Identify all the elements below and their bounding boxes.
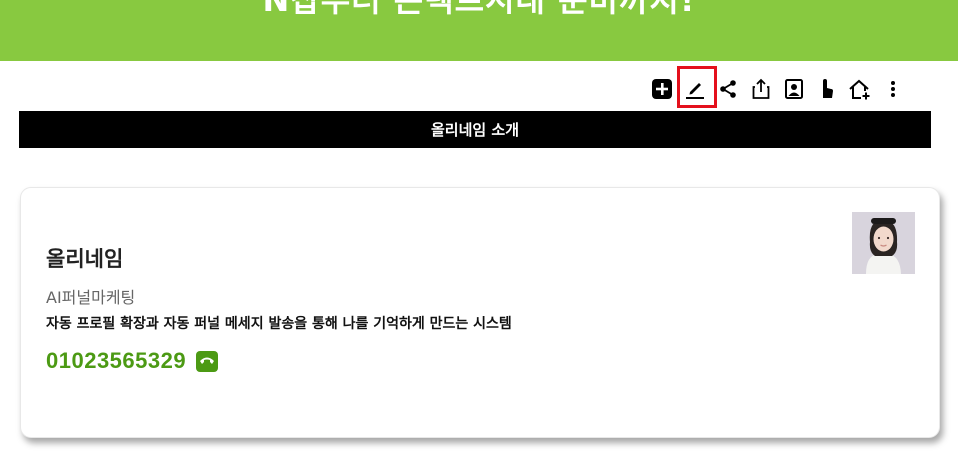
export-icon bbox=[752, 78, 769, 99]
touch-button[interactable] bbox=[810, 74, 843, 104]
phone-number[interactable]: 01023565329 bbox=[46, 348, 186, 374]
profile-description: 자동 프로필 확장과 자동 퍼널 메세지 발송을 통해 나를 기억하게 만드는 … bbox=[46, 316, 512, 332]
export-button[interactable] bbox=[744, 74, 777, 104]
phone-row: 01023565329 bbox=[46, 348, 219, 374]
share-button[interactable] bbox=[711, 74, 744, 104]
share-icon bbox=[719, 80, 736, 98]
top-banner: N잡부터 콘텍트시대 준비까지! bbox=[0, 0, 958, 61]
toolbar bbox=[645, 66, 909, 108]
home-add-icon bbox=[848, 79, 869, 100]
edit-icon bbox=[685, 83, 704, 99]
image-icon bbox=[784, 79, 803, 99]
edit-button[interactable] bbox=[677, 66, 717, 108]
section-title: 올리네임 소개 bbox=[430, 121, 520, 139]
section-title-bar: 올리네임 소개 bbox=[19, 111, 931, 148]
phone-icon bbox=[200, 357, 215, 364]
profile-title: AI퍼널마케팅 bbox=[46, 288, 136, 307]
touch-icon bbox=[822, 79, 833, 98]
avatar-photo bbox=[852, 212, 915, 274]
home-add-button[interactable] bbox=[843, 74, 876, 104]
more-icon bbox=[890, 81, 895, 97]
add-icon bbox=[651, 79, 672, 99]
more-button[interactable] bbox=[876, 74, 909, 104]
call-button[interactable] bbox=[196, 350, 219, 372]
profile-name: 올리네임 bbox=[46, 247, 124, 271]
banner-text: N잡부터 콘텍트시대 준비까지! bbox=[262, 0, 696, 19]
image-button[interactable] bbox=[777, 74, 810, 104]
avatar bbox=[852, 212, 915, 274]
profile-card: 올리네임 AI퍼널마케팅 자동 프로필 확장과 자동 퍼널 메세지 발송을 통해… bbox=[20, 187, 940, 438]
add-button[interactable] bbox=[645, 74, 678, 104]
